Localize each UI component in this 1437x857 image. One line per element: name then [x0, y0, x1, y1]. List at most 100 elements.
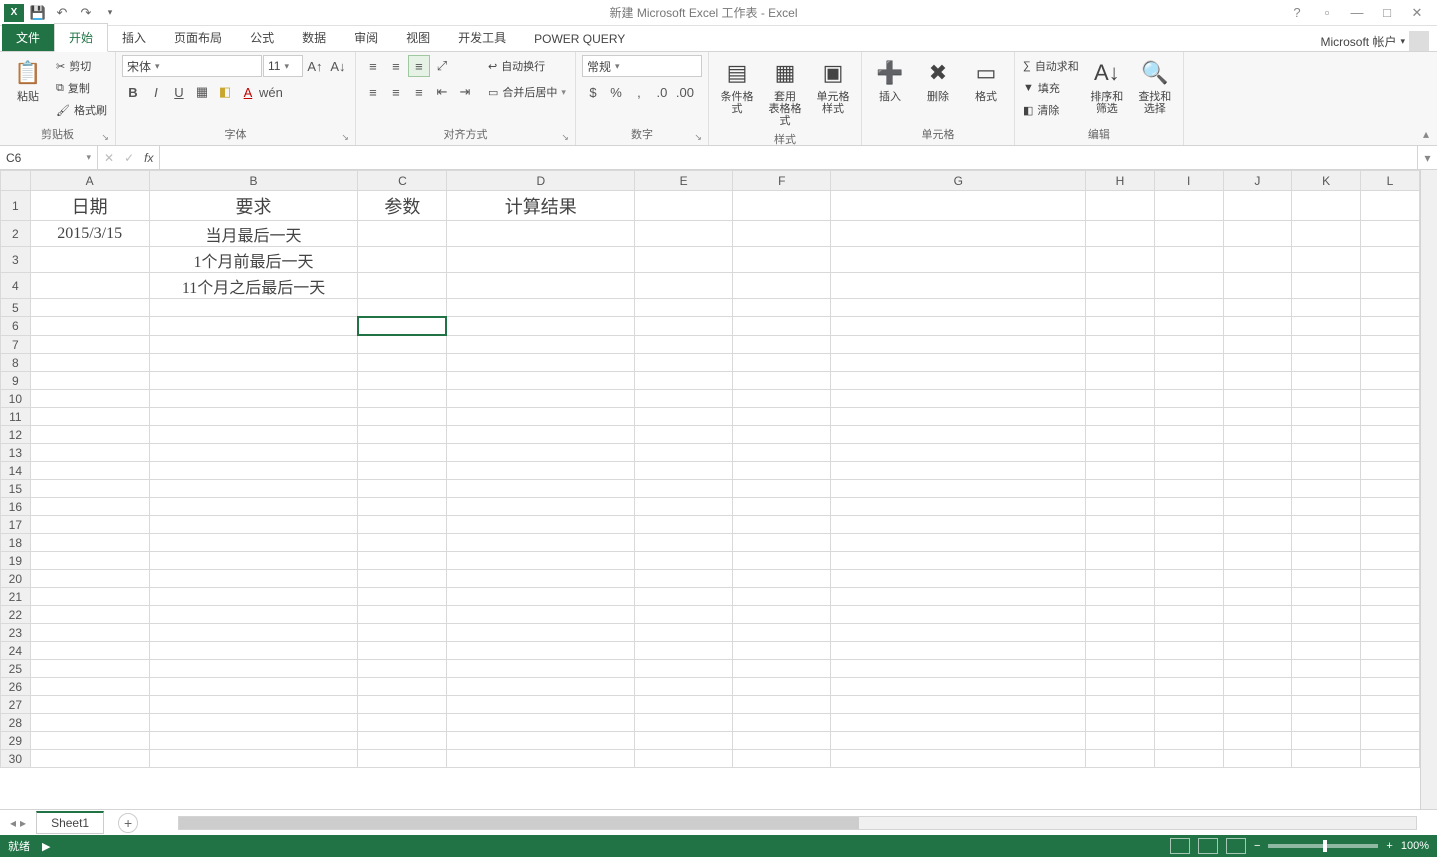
cell-I11[interactable]	[1154, 408, 1223, 426]
cell-B26[interactable]	[149, 678, 358, 696]
cell-E19[interactable]	[635, 552, 733, 570]
row-header-5[interactable]: 5	[1, 299, 31, 317]
normal-view-button[interactable]	[1170, 838, 1190, 854]
cell-B5[interactable]	[149, 299, 358, 317]
page-break-view-button[interactable]	[1226, 838, 1246, 854]
cell-F12[interactable]	[733, 426, 831, 444]
cell-F11[interactable]	[733, 408, 831, 426]
sheet-tab[interactable]: Sheet1	[36, 811, 104, 834]
col-header-K[interactable]: K	[1292, 171, 1361, 191]
row-header-14[interactable]: 14	[1, 462, 31, 480]
cell-K15[interactable]	[1292, 480, 1361, 498]
cell-K25[interactable]	[1292, 660, 1361, 678]
page-layout-view-button[interactable]	[1198, 838, 1218, 854]
cell-C22[interactable]	[358, 606, 447, 624]
align-middle-button[interactable]: ≡	[385, 55, 407, 77]
cell-G3[interactable]	[831, 247, 1086, 273]
cell-G15[interactable]	[831, 480, 1086, 498]
enter-formula-icon[interactable]: ✓	[124, 151, 134, 165]
cell-F27[interactable]	[733, 696, 831, 714]
cell-B29[interactable]	[149, 732, 358, 750]
cell-L13[interactable]	[1360, 444, 1419, 462]
copy-button[interactable]: ⧉复制	[54, 77, 109, 99]
cell-H7[interactable]	[1086, 336, 1155, 354]
cell-B6[interactable]	[149, 317, 358, 336]
row-header-3[interactable]: 3	[1, 247, 31, 273]
tab-view[interactable]: 视图	[392, 24, 444, 51]
paste-button[interactable]: 📋 粘贴	[6, 55, 50, 105]
border-button[interactable]: ▦	[191, 81, 213, 103]
cell-L8[interactable]	[1360, 354, 1419, 372]
undo-icon[interactable]: ↶	[52, 3, 72, 23]
row-header-2[interactable]: 2	[1, 221, 31, 247]
cell-I13[interactable]	[1154, 444, 1223, 462]
align-center-button[interactable]: ≡	[385, 81, 407, 103]
cell-D10[interactable]	[447, 390, 635, 408]
cell-E26[interactable]	[635, 678, 733, 696]
col-header-E[interactable]: E	[635, 171, 733, 191]
cell-C4[interactable]	[358, 273, 447, 299]
cell-C19[interactable]	[358, 552, 447, 570]
cell-J17[interactable]	[1223, 516, 1292, 534]
cell-A16[interactable]	[30, 498, 149, 516]
cell-J2[interactable]	[1223, 221, 1292, 247]
cell-F22[interactable]	[733, 606, 831, 624]
cell-F26[interactable]	[733, 678, 831, 696]
row-header-20[interactable]: 20	[1, 570, 31, 588]
cell-D1[interactable]: 计算结果	[447, 191, 635, 221]
cell-E21[interactable]	[635, 588, 733, 606]
cell-D8[interactable]	[447, 354, 635, 372]
clear-button[interactable]: ◧清除	[1021, 99, 1081, 121]
cell-H15[interactable]	[1086, 480, 1155, 498]
row-header-27[interactable]: 27	[1, 696, 31, 714]
indent-increase-button[interactable]: ⇥	[454, 81, 476, 103]
cell-F15[interactable]	[733, 480, 831, 498]
cell-D9[interactable]	[447, 372, 635, 390]
phonetic-button[interactable]: wén	[260, 81, 282, 103]
cell-L25[interactable]	[1360, 660, 1419, 678]
cell-E28[interactable]	[635, 714, 733, 732]
col-header-A[interactable]: A	[30, 171, 149, 191]
cell-A10[interactable]	[30, 390, 149, 408]
col-header-J[interactable]: J	[1223, 171, 1292, 191]
cell-K11[interactable]	[1292, 408, 1361, 426]
cell-K5[interactable]	[1292, 299, 1361, 317]
cell-L28[interactable]	[1360, 714, 1419, 732]
cell-E16[interactable]	[635, 498, 733, 516]
cell-D11[interactable]	[447, 408, 635, 426]
cell-I3[interactable]	[1154, 247, 1223, 273]
cell-H20[interactable]	[1086, 570, 1155, 588]
cell-E1[interactable]	[635, 191, 733, 221]
cell-F25[interactable]	[733, 660, 831, 678]
cell-L24[interactable]	[1360, 642, 1419, 660]
cell-E25[interactable]	[635, 660, 733, 678]
cell-B27[interactable]	[149, 696, 358, 714]
cell-C6[interactable]	[358, 317, 446, 335]
fx-icon[interactable]: fx	[144, 151, 153, 165]
sheet-nav-next-icon[interactable]: ▸	[20, 816, 26, 830]
cell-I26[interactable]	[1154, 678, 1223, 696]
cell-D22[interactable]	[447, 606, 635, 624]
cell-J8[interactable]	[1223, 354, 1292, 372]
conditional-format-button[interactable]: ▤条件格式	[715, 55, 759, 117]
cell-styles-button[interactable]: ▣单元格样式	[811, 55, 855, 117]
cell-I7[interactable]	[1154, 336, 1223, 354]
cell-I16[interactable]	[1154, 498, 1223, 516]
cell-D27[interactable]	[447, 696, 635, 714]
cell-G21[interactable]	[831, 588, 1086, 606]
cell-J21[interactable]	[1223, 588, 1292, 606]
find-select-button[interactable]: 🔍查找和选择	[1133, 55, 1177, 117]
cell-E11[interactable]	[635, 408, 733, 426]
cell-D15[interactable]	[447, 480, 635, 498]
sheet-nav-prev-icon[interactable]: ◂	[10, 816, 16, 830]
cell-E2[interactable]	[635, 221, 733, 247]
fill-button[interactable]: ▼填充	[1021, 77, 1081, 99]
cell-G10[interactable]	[831, 390, 1086, 408]
cell-J29[interactable]	[1223, 732, 1292, 750]
row-header-1[interactable]: 1	[1, 191, 31, 221]
cell-E17[interactable]	[635, 516, 733, 534]
cell-I29[interactable]	[1154, 732, 1223, 750]
sort-filter-button[interactable]: A↓排序和筛选	[1085, 55, 1129, 117]
cell-H28[interactable]	[1086, 714, 1155, 732]
cell-L27[interactable]	[1360, 696, 1419, 714]
